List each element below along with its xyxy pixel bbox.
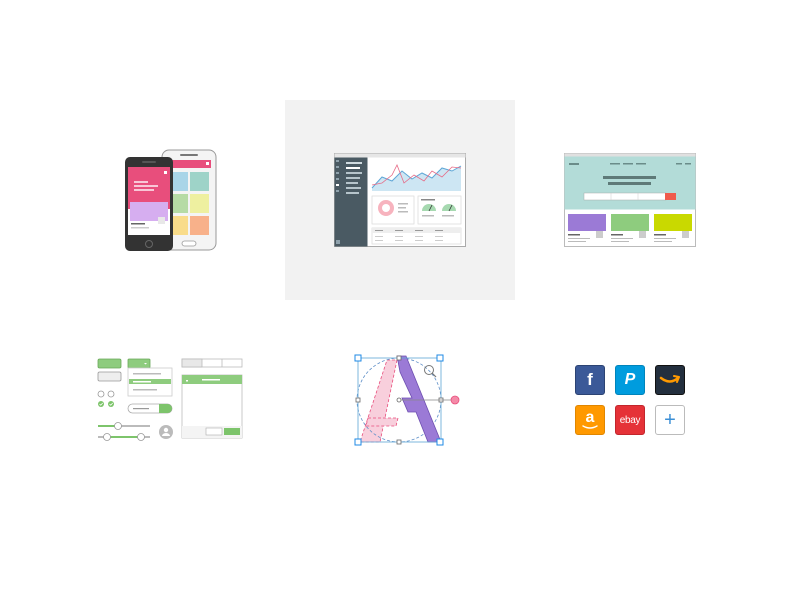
brand-logos-icon: f P a ebay + [574, 364, 688, 438]
vector-letter-a-icon [354, 354, 460, 446]
tile-mobile-mockups[interactable] [120, 145, 225, 255]
amazon-smile-icon[interactable] [655, 365, 685, 395]
amazon-smile-arrow-icon [659, 375, 680, 383]
facebook-icon-label: f [587, 370, 593, 389]
plus-icon: + [664, 409, 676, 431]
mobile-phones-icon [125, 149, 217, 251]
paypal-icon-label: P [624, 371, 636, 388]
tile-brand-icons[interactable]: f P a ebay + [574, 364, 688, 438]
add-brand-button[interactable]: + [655, 405, 685, 435]
tile-ui-kit[interactable] [95, 356, 245, 444]
ebay-icon-label: ebay [619, 414, 641, 426]
dashboard-icon [334, 153, 466, 247]
tile-dashboard[interactable] [334, 153, 466, 247]
website-icon [564, 153, 696, 247]
tile-vector-editing[interactable] [350, 350, 460, 450]
amazon-icon-label: a [585, 408, 595, 426]
ui-controls-icon [97, 358, 243, 441]
amazon-smile-icon [582, 424, 598, 429]
ebay-icon[interactable]: ebay [615, 405, 645, 435]
facebook-icon[interactable]: f [575, 365, 605, 395]
paypal-icon[interactable]: P [615, 365, 645, 395]
tile-website[interactable] [564, 153, 696, 247]
amazon-icon[interactable]: a [575, 405, 605, 435]
